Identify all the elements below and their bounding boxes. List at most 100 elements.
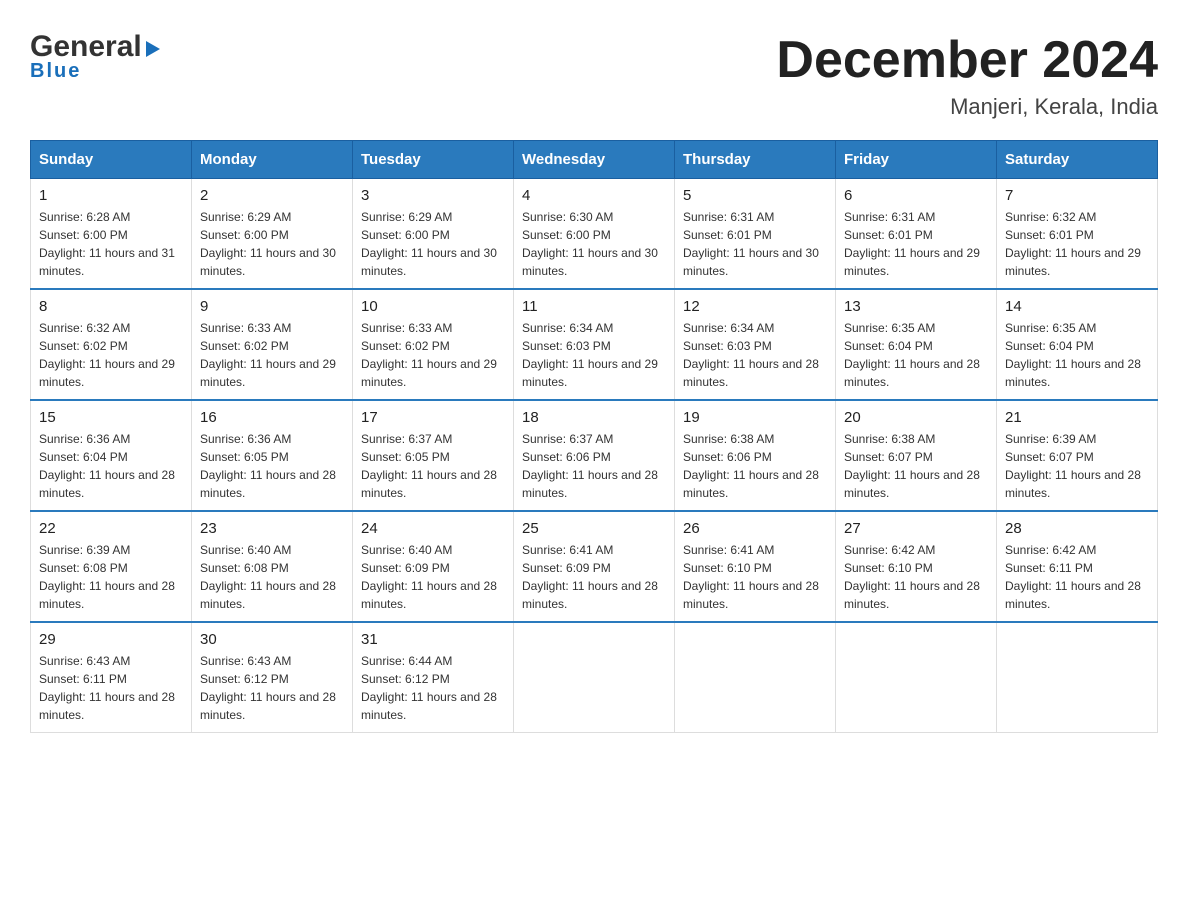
table-row: 8Sunrise: 6:32 AMSunset: 6:02 PMDaylight…	[31, 289, 192, 400]
table-row: 3 Sunrise: 6:29 AMSunset: 6:00 PMDaylight…	[353, 179, 514, 290]
day-number: 15	[39, 409, 183, 426]
page-title: December 2024	[776, 30, 1158, 90]
table-row: 6 Sunrise: 6:31 AMSunset: 6:01 PMDaylight…	[836, 179, 997, 290]
table-row: 27Sunrise: 6:42 AMSunset: 6:10 PMDayligh…	[836, 511, 997, 622]
day-number: 14	[1005, 298, 1149, 315]
day-number: 4	[522, 187, 666, 204]
day-info: Sunrise: 6:34 AMSunset: 6:03 PMDaylight:…	[522, 319, 666, 391]
day-number: 3	[361, 187, 505, 204]
day-number: 18	[522, 409, 666, 426]
calendar-table: Sunday Monday Tuesday Wednesday Thursday…	[30, 140, 1158, 733]
table-row	[675, 622, 836, 733]
day-info: Sunrise: 6:33 AMSunset: 6:02 PMDaylight:…	[361, 319, 505, 391]
table-row: 19 Sunrise: 6:38 AMSunset: 6:06 PMDayligh…	[675, 400, 836, 511]
table-row: 9 Sunrise: 6:33 AMSunset: 6:02 PMDaylight…	[192, 289, 353, 400]
page-subtitle: Manjeri, Kerala, India	[776, 94, 1158, 120]
table-row: 25 Sunrise: 6:41 AMSunset: 6:09 PMDayligh…	[514, 511, 675, 622]
day-info: Sunrise: 6:35 AMSunset: 6:04 PMDaylight:…	[1005, 319, 1149, 391]
table-row	[514, 622, 675, 733]
day-info: Sunrise: 6:38 AMSunset: 6:06 PMDaylight:…	[683, 430, 827, 502]
day-number: 10	[361, 298, 505, 315]
day-info: Sunrise: 6:31 AMSunset: 6:01 PMDaylight:…	[844, 208, 988, 280]
table-row: 30 Sunrise: 6:43 AMSunset: 6:12 PMDayligh…	[192, 622, 353, 733]
table-row: 20 Sunrise: 6:38 AMSunset: 6:07 PMDayligh…	[836, 400, 997, 511]
day-info: Sunrise: 6:33 AMSunset: 6:02 PMDaylight:…	[200, 319, 344, 391]
table-row: 18 Sunrise: 6:37 AMSunset: 6:06 PMDayligh…	[514, 400, 675, 511]
table-row: 24Sunrise: 6:40 AMSunset: 6:09 PMDayligh…	[353, 511, 514, 622]
day-number: 12	[683, 298, 827, 315]
day-number: 27	[844, 520, 988, 537]
day-number: 6	[844, 187, 988, 204]
header-tuesday: Tuesday	[353, 141, 514, 179]
table-row: 22 Sunrise: 6:39 AMSunset: 6:08 PMDayligh…	[31, 511, 192, 622]
table-row: 21Sunrise: 6:39 AMSunset: 6:07 PMDayligh…	[997, 400, 1158, 511]
day-info: Sunrise: 6:35 AMSunset: 6:04 PMDaylight:…	[844, 319, 988, 391]
day-info: Sunrise: 6:42 AMSunset: 6:11 PMDaylight:…	[1005, 541, 1149, 613]
day-info: Sunrise: 6:40 AMSunset: 6:09 PMDaylight:…	[361, 541, 505, 613]
day-info: Sunrise: 6:29 AMSunset: 6:00 PMDaylight:…	[200, 208, 344, 280]
day-info: Sunrise: 6:40 AMSunset: 6:08 PMDaylight:…	[200, 541, 344, 613]
table-row	[997, 622, 1158, 733]
table-row: 23 Sunrise: 6:40 AMSunset: 6:08 PMDayligh…	[192, 511, 353, 622]
header-saturday: Saturday	[997, 141, 1158, 179]
table-row	[836, 622, 997, 733]
day-info: Sunrise: 6:28 AMSunset: 6:00 PMDaylight:…	[39, 208, 183, 280]
day-info: Sunrise: 6:36 AMSunset: 6:04 PMDaylight:…	[39, 430, 183, 502]
table-row: 4 Sunrise: 6:30 AMSunset: 6:00 PMDaylight…	[514, 179, 675, 290]
day-info: Sunrise: 6:38 AMSunset: 6:07 PMDaylight:…	[844, 430, 988, 502]
day-info: Sunrise: 6:32 AMSunset: 6:01 PMDaylight:…	[1005, 208, 1149, 280]
weekday-header-row: Sunday Monday Tuesday Wednesday Thursday…	[31, 141, 1158, 179]
table-row: 16Sunrise: 6:36 AMSunset: 6:05 PMDayligh…	[192, 400, 353, 511]
day-number: 19	[683, 409, 827, 426]
day-number: 25	[522, 520, 666, 537]
logo-blue-label: Blue	[30, 60, 81, 83]
day-number: 9	[200, 298, 344, 315]
day-number: 7	[1005, 187, 1149, 204]
day-number: 26	[683, 520, 827, 537]
table-row: 7 Sunrise: 6:32 AMSunset: 6:01 PMDaylight…	[997, 179, 1158, 290]
day-info: Sunrise: 6:43 AMSunset: 6:12 PMDaylight:…	[200, 652, 344, 724]
day-number: 23	[200, 520, 344, 537]
table-row: 1 Sunrise: 6:28 AMSunset: 6:00 PMDaylight…	[31, 179, 192, 290]
table-row: 31 Sunrise: 6:44 AMSunset: 6:12 PMDayligh…	[353, 622, 514, 733]
day-number: 8	[39, 298, 183, 315]
day-info: Sunrise: 6:37 AMSunset: 6:05 PMDaylight:…	[361, 430, 505, 502]
table-row: 13 Sunrise: 6:35 AMSunset: 6:04 PMDayligh…	[836, 289, 997, 400]
day-info: Sunrise: 6:41 AMSunset: 6:09 PMDaylight:…	[522, 541, 666, 613]
table-row: 11 Sunrise: 6:34 AMSunset: 6:03 PMDayligh…	[514, 289, 675, 400]
logo-text: General	[30, 30, 162, 64]
day-number: 2	[200, 187, 344, 204]
day-info: Sunrise: 6:43 AMSunset: 6:11 PMDaylight:…	[39, 652, 183, 724]
header-thursday: Thursday	[675, 141, 836, 179]
day-number: 13	[844, 298, 988, 315]
day-number: 20	[844, 409, 988, 426]
day-info: Sunrise: 6:31 AMSunset: 6:01 PMDaylight:…	[683, 208, 827, 280]
day-info: Sunrise: 6:44 AMSunset: 6:12 PMDaylight:…	[361, 652, 505, 724]
day-info: Sunrise: 6:41 AMSunset: 6:10 PMDaylight:…	[683, 541, 827, 613]
table-row: 15 Sunrise: 6:36 AMSunset: 6:04 PMDayligh…	[31, 400, 192, 511]
day-number: 22	[39, 520, 183, 537]
day-info: Sunrise: 6:39 AMSunset: 6:08 PMDaylight:…	[39, 541, 183, 613]
calendar-week-row: 15 Sunrise: 6:36 AMSunset: 6:04 PMDayligh…	[31, 400, 1158, 511]
day-info: Sunrise: 6:37 AMSunset: 6:06 PMDaylight:…	[522, 430, 666, 502]
day-number: 28	[1005, 520, 1149, 537]
table-row: 26 Sunrise: 6:41 AMSunset: 6:10 PMDayligh…	[675, 511, 836, 622]
table-row: 10 Sunrise: 6:33 AMSunset: 6:02 PMDayligh…	[353, 289, 514, 400]
table-row: 29Sunrise: 6:43 AMSunset: 6:11 PMDayligh…	[31, 622, 192, 733]
logo: General Blue	[30, 30, 162, 83]
table-row: 2 Sunrise: 6:29 AMSunset: 6:00 PMDaylight…	[192, 179, 353, 290]
header-sunday: Sunday	[31, 141, 192, 179]
calendar-week-row: 22 Sunrise: 6:39 AMSunset: 6:08 PMDayligh…	[31, 511, 1158, 622]
day-number: 1	[39, 187, 183, 204]
calendar-week-row: 8Sunrise: 6:32 AMSunset: 6:02 PMDaylight…	[31, 289, 1158, 400]
table-row: 5Sunrise: 6:31 AMSunset: 6:01 PMDaylight…	[675, 179, 836, 290]
header-wednesday: Wednesday	[514, 141, 675, 179]
day-info: Sunrise: 6:29 AMSunset: 6:00 PMDaylight:…	[361, 208, 505, 280]
day-info: Sunrise: 6:30 AMSunset: 6:00 PMDaylight:…	[522, 208, 666, 280]
page-header: General Blue December 2024 Manjeri, Kera…	[30, 30, 1158, 120]
day-number: 11	[522, 298, 666, 315]
day-info: Sunrise: 6:34 AMSunset: 6:03 PMDaylight:…	[683, 319, 827, 391]
table-row: 12 Sunrise: 6:34 AMSunset: 6:03 PMDayligh…	[675, 289, 836, 400]
day-number: 31	[361, 631, 505, 648]
day-number: 30	[200, 631, 344, 648]
